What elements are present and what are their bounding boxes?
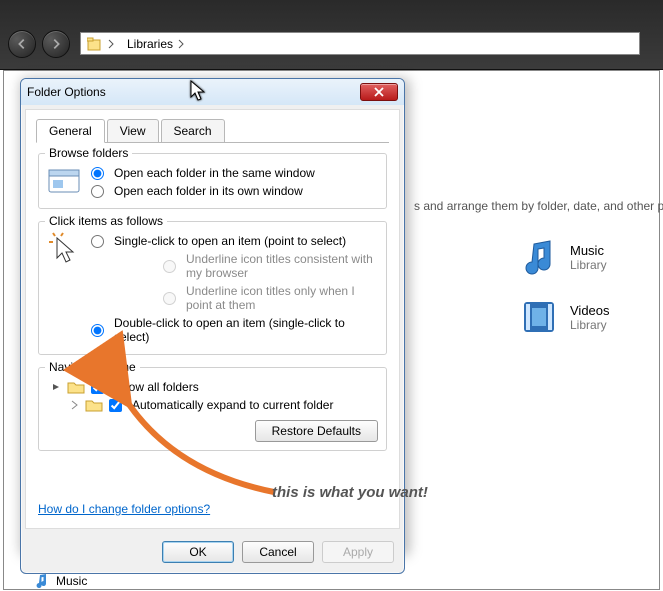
radio-label: Double-click to open an item (single-cli… — [114, 316, 378, 344]
chevron-right-icon — [177, 39, 185, 49]
group-browse-folders: Browse folders Open each folder in the s… — [38, 153, 387, 209]
content-description: s and arrange them by folder, date, and … — [414, 199, 663, 213]
library-item-videos[interactable]: Videos Library — [518, 296, 610, 338]
tab-general[interactable]: General — [36, 119, 105, 143]
nav-row-auto-expand: Automatically expand to current folder — [51, 396, 378, 414]
help-link[interactable]: How do I change folder options? — [38, 502, 210, 516]
radio-label: Underline icon titles consistent with my… — [186, 252, 378, 280]
tree-item-music[interactable]: Music — [34, 571, 119, 591]
tab-view[interactable]: View — [107, 119, 159, 143]
ok-button[interactable]: OK — [162, 541, 234, 563]
breadcrumb-label: Libraries — [127, 37, 173, 51]
checkbox-label: Show all folders — [114, 380, 199, 394]
radio-input — [163, 292, 176, 305]
close-icon — [374, 87, 384, 97]
apply-button: Apply — [322, 541, 394, 563]
radio-input[interactable] — [91, 167, 104, 180]
radio-label: Underline icon titles only when I point … — [186, 284, 378, 312]
group-navigation-pane: Navigation pane Show all folders Automat… — [38, 367, 387, 451]
radio-input[interactable] — [91, 324, 104, 337]
library-subtitle: Library — [570, 258, 607, 272]
folder-options-dialog: Folder Options General View Search Brows… — [20, 78, 405, 574]
tree-label: Music — [56, 574, 87, 588]
restore-defaults-button[interactable]: Restore Defaults — [255, 420, 378, 442]
checkbox-label: Automatically expand to current folder — [132, 398, 333, 412]
music-small-icon — [34, 573, 50, 589]
dialog-titlebar[interactable]: Folder Options — [21, 79, 404, 105]
back-button[interactable] — [8, 30, 36, 58]
folder-icon — [67, 380, 85, 394]
radio-input — [163, 260, 176, 273]
chevron-right-icon — [107, 39, 115, 49]
radio-single-click[interactable]: Single-click to open an item (point to s… — [91, 232, 378, 250]
library-item-music[interactable]: Music Library — [518, 236, 607, 278]
cancel-button[interactable]: Cancel — [242, 541, 314, 563]
radio-input[interactable] — [91, 185, 104, 198]
radio-same-window[interactable]: Open each folder in the same window — [91, 164, 378, 182]
breadcrumb-root-icon[interactable] — [81, 33, 121, 54]
library-subtitle: Library — [570, 318, 610, 332]
breadcrumb[interactable]: Libraries — [80, 32, 640, 55]
group-click-items: Click items as follows Single-click to o… — [38, 221, 387, 355]
radio-label: Single-click to open an item (point to s… — [114, 234, 346, 248]
checkbox-auto-expand[interactable] — [109, 399, 122, 412]
tree-expand-icon[interactable] — [69, 400, 79, 410]
forward-button[interactable] — [42, 30, 70, 58]
checkbox-show-all-folders[interactable] — [91, 381, 104, 394]
libraries-icon — [87, 36, 103, 52]
tab-search[interactable]: Search — [161, 119, 225, 143]
videos-icon — [518, 296, 560, 338]
group-legend: Navigation pane — [45, 360, 140, 374]
group-legend: Browse folders — [45, 146, 132, 160]
group-legend: Click items as follows — [45, 214, 167, 228]
tabs: General View Search — [36, 118, 389, 143]
nav-row-show-all: Show all folders — [51, 378, 378, 396]
radio-double-click[interactable]: Double-click to open an item (single-cli… — [91, 314, 378, 346]
cursor-click-icon — [47, 232, 83, 268]
close-button[interactable] — [360, 83, 398, 101]
radio-label: Open each folder in the same window — [114, 166, 315, 180]
radio-underline-point: Underline icon titles only when I point … — [91, 282, 378, 314]
radio-input[interactable] — [91, 235, 104, 248]
radio-own-window[interactable]: Open each folder in its own window — [91, 182, 378, 200]
breadcrumb-libraries[interactable]: Libraries — [121, 33, 191, 54]
folder-icon — [85, 398, 103, 412]
dialog-title: Folder Options — [27, 85, 360, 99]
window-icon — [47, 164, 83, 200]
library-title: Music — [570, 243, 607, 258]
radio-label: Open each folder in its own window — [114, 184, 303, 198]
radio-underline-browser: Underline icon titles consistent with my… — [91, 250, 378, 282]
library-title: Videos — [570, 303, 610, 318]
explorer-chrome: Libraries — [0, 0, 663, 70]
music-icon — [518, 236, 560, 278]
tree-collapse-icon[interactable] — [51, 382, 61, 392]
dialog-buttons: OK Cancel Apply — [21, 533, 404, 573]
